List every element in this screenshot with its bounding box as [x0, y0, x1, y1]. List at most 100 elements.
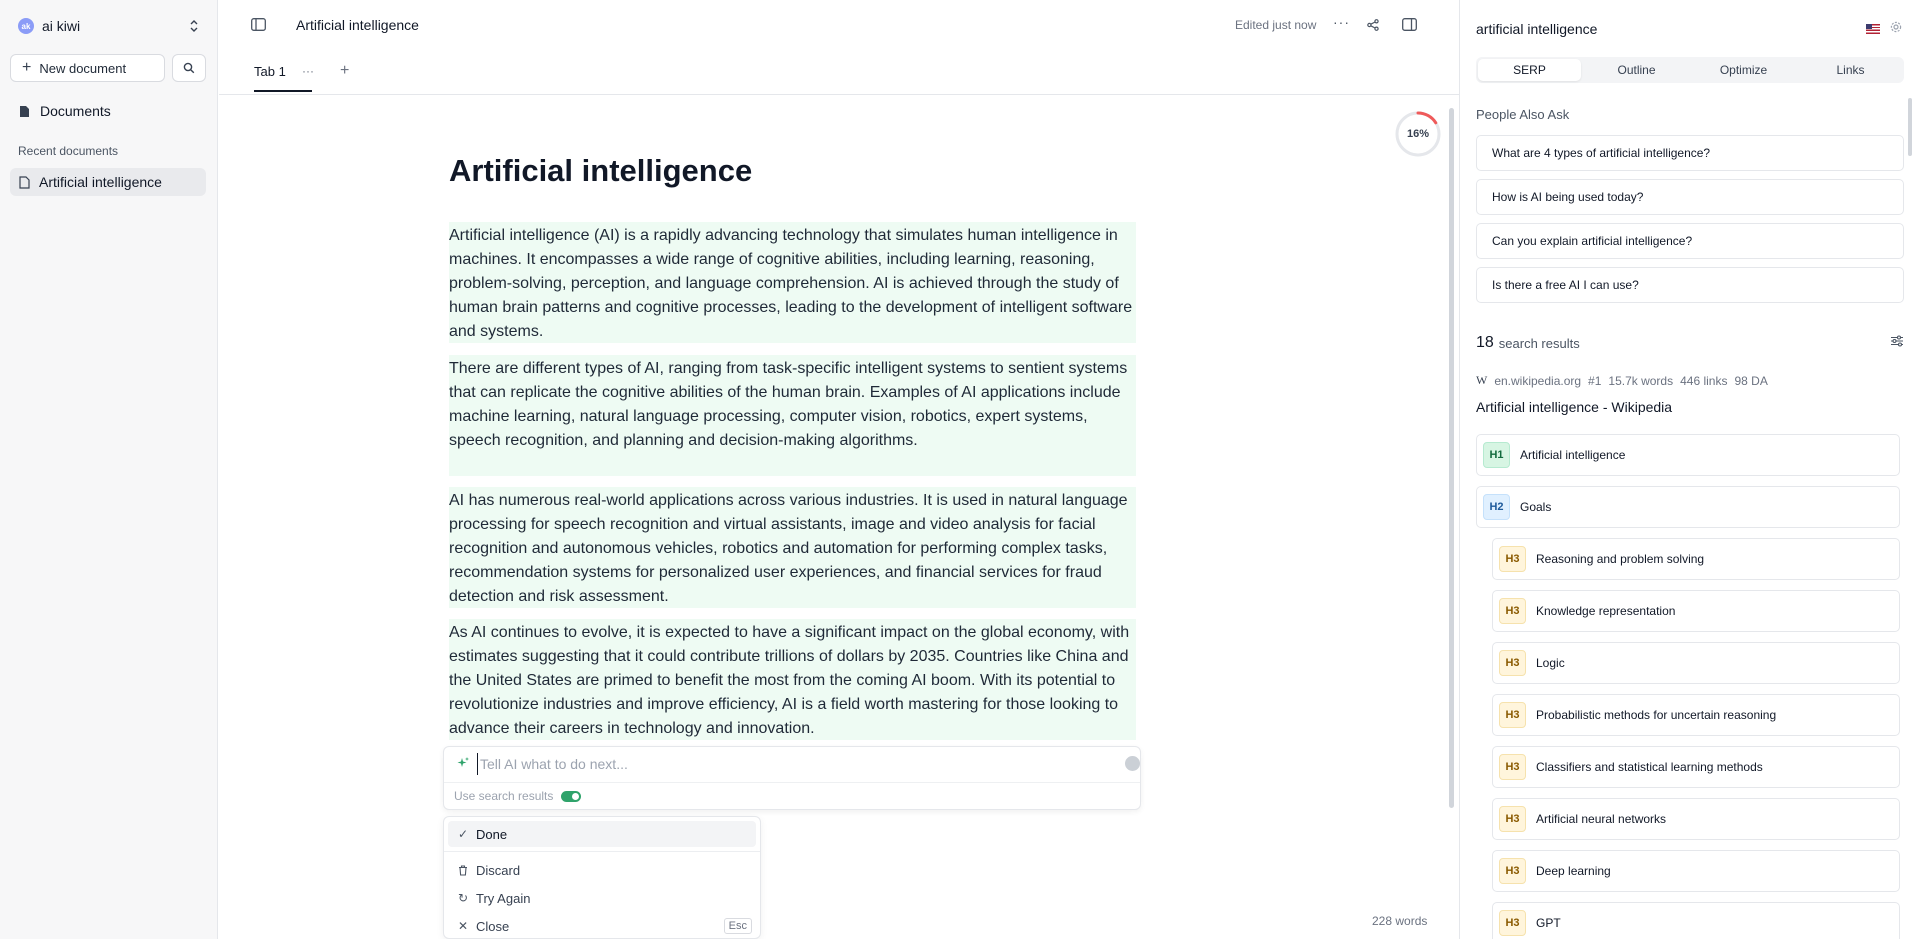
paa-question[interactable]: Is there a free AI I can use?: [1476, 267, 1904, 303]
outline-heading-h2[interactable]: H2 Goals: [1476, 486, 1900, 528]
search-results-header: 18 search results: [1476, 332, 1904, 354]
top-bar: Artificial intelligence Edited just now …: [219, 0, 1459, 52]
heading-text: Logic: [1536, 656, 1565, 670]
paa-question[interactable]: How is AI being used today?: [1476, 179, 1904, 215]
workspace-switcher[interactable]: ak ai kiwi: [10, 12, 206, 40]
sidebar: ak ai kiwi + New document Documents Rece…: [0, 0, 218, 939]
search-button[interactable]: [172, 54, 206, 82]
sparkle-icon: [456, 756, 470, 775]
documents-label: Documents: [40, 103, 111, 119]
paragraph-3[interactable]: AI has numerous real-world applications …: [449, 487, 1136, 608]
editor-area: Artificial intelligence Edited just now …: [219, 0, 1459, 939]
workspace-avatar: ak: [18, 18, 34, 34]
chevron-up-down-icon: [188, 18, 200, 34]
divider: [444, 851, 760, 852]
heading-text: Knowledge representation: [1536, 604, 1676, 618]
source-title-link[interactable]: Artificial intelligence - Wikipedia: [1476, 399, 1672, 415]
outline-heading-h3[interactable]: H3 Logic: [1492, 642, 1900, 684]
seo-panel: artificial intelligence SERP Outline Opt…: [1459, 0, 1913, 939]
tab-optimize[interactable]: Optimize: [1692, 59, 1795, 81]
document-heading[interactable]: Artificial intelligence: [449, 153, 752, 189]
outline-heading-h1[interactable]: H1 Artificial intelligence: [1476, 434, 1900, 476]
heading-text: Goals: [1520, 500, 1552, 514]
try-again-label: Try Again: [476, 890, 531, 906]
document-icon: [19, 175, 30, 189]
workspace-name: ai kiwi: [42, 18, 81, 34]
panel-tabs: SERP Outline Optimize Links: [1476, 57, 1904, 83]
tab-links[interactable]: Links: [1799, 59, 1902, 81]
close-icon: ✕: [457, 919, 469, 933]
more-options-icon[interactable]: ···: [1333, 14, 1350, 30]
heading-level-badge: H3: [1499, 546, 1526, 572]
sidebar-item-documents[interactable]: Documents: [10, 98, 206, 124]
keyword-text[interactable]: artificial intelligence: [1476, 21, 1597, 37]
word-count: 228 words: [1372, 914, 1428, 928]
use-search-results-label: Use search results: [454, 789, 554, 803]
trash-icon: [456, 864, 470, 876]
paragraph-2[interactable]: There are different types of AI, ranging…: [449, 355, 1136, 476]
paragraph-4[interactable]: As AI continues to evolve, it is expecte…: [449, 619, 1136, 740]
outline-heading-h3[interactable]: H3 Deep learning: [1492, 850, 1900, 892]
close-menu-item[interactable]: ✕ Close Esc: [448, 913, 756, 938]
paragraph-1[interactable]: Artificial intelligence (AI) is a rapidl…: [449, 222, 1136, 343]
editor-scrollbar[interactable]: [1449, 108, 1454, 808]
source-da: 98 DA: [1734, 373, 1768, 388]
new-document-label: New document: [39, 60, 127, 76]
recent-document-label: Artificial intelligence: [39, 174, 162, 190]
heading-text: Artificial intelligence: [1520, 448, 1626, 462]
outline-heading-h3[interactable]: H3 Artificial neural networks: [1492, 798, 1900, 840]
people-also-ask-title: People Also Ask: [1476, 107, 1570, 122]
paa-question[interactable]: What are 4 types of artificial intellige…: [1476, 135, 1904, 171]
source-links: 446 links: [1680, 373, 1728, 388]
new-document-button[interactable]: + New document: [10, 54, 165, 82]
results-count: 18: [1476, 334, 1494, 351]
outline-heading-h3[interactable]: H3 Classifiers and statistical learning m…: [1492, 746, 1900, 788]
use-search-results-row: Use search results: [454, 789, 582, 803]
outline-heading-h3[interactable]: H3 Knowledge representation: [1492, 590, 1900, 632]
source-meta: W en.wikipedia.org #1 15.7k words 446 li…: [1476, 373, 1775, 388]
recent-document-item[interactable]: Artificial intelligence: [10, 168, 206, 196]
ai-prompt-input[interactable]: [477, 753, 1117, 775]
paa-question[interactable]: Can you explain artificial intelligence?: [1476, 223, 1904, 259]
done-menu-item[interactable]: ✓ Done: [448, 821, 756, 847]
send-icon[interactable]: [1125, 756, 1140, 771]
divider: [444, 782, 1140, 783]
toggle-sidebar-icon[interactable]: [251, 18, 266, 36]
heading-text: Reasoning and problem solving: [1536, 552, 1705, 566]
use-search-results-toggle[interactable]: [561, 790, 582, 802]
content-score-value: 16%: [1406, 128, 1430, 140]
tab-more-icon[interactable]: ···: [302, 64, 314, 78]
heading-level-badge: H3: [1499, 910, 1526, 936]
discard-menu-item[interactable]: Discard: [448, 857, 756, 883]
heading-level-badge: H2: [1483, 494, 1510, 520]
panel-scrollbar[interactable]: [1908, 98, 1912, 156]
results-label: search results: [1498, 335, 1580, 351]
toggle-right-panel-icon[interactable]: [1402, 18, 1417, 36]
heading-level-badge: H3: [1499, 858, 1526, 884]
wikipedia-icon: W: [1476, 373, 1488, 387]
gear-icon[interactable]: [1890, 20, 1902, 38]
content-score-ring: 16%: [1394, 110, 1442, 158]
done-label: Done: [476, 826, 508, 842]
heading-level-badge: H3: [1499, 598, 1526, 624]
outline-heading-h3[interactable]: H3 Reasoning and problem solving: [1492, 538, 1900, 580]
try-again-menu-item[interactable]: ↻ Try Again: [448, 885, 756, 911]
tab-serp[interactable]: SERP: [1478, 59, 1581, 81]
outline-heading-h3[interactable]: H3 Probabilistic methods for uncertain re…: [1492, 694, 1900, 736]
share-icon[interactable]: [1367, 18, 1379, 36]
edited-status: Edited just now: [1235, 18, 1317, 32]
add-tab-button[interactable]: +: [340, 62, 349, 80]
search-icon: [183, 62, 195, 74]
tab-outline[interactable]: Outline: [1585, 59, 1688, 81]
heading-level-badge: H3: [1499, 650, 1526, 676]
heading-text: Probabilistic methods for uncertain reas…: [1536, 708, 1777, 722]
heading-level-badge: H3: [1499, 754, 1526, 780]
heading-level-badge: H1: [1483, 442, 1510, 468]
filter-sliders-icon[interactable]: [1890, 334, 1904, 352]
us-flag-icon[interactable]: [1866, 24, 1880, 34]
discard-label: Discard: [476, 862, 521, 878]
document-tabs: Tab 1 ··· +: [219, 52, 1459, 95]
outline-heading-h3[interactable]: H3 GPT: [1492, 902, 1900, 939]
source-domain: en.wikipedia.org: [1494, 373, 1582, 388]
document-icon: [20, 105, 29, 117]
